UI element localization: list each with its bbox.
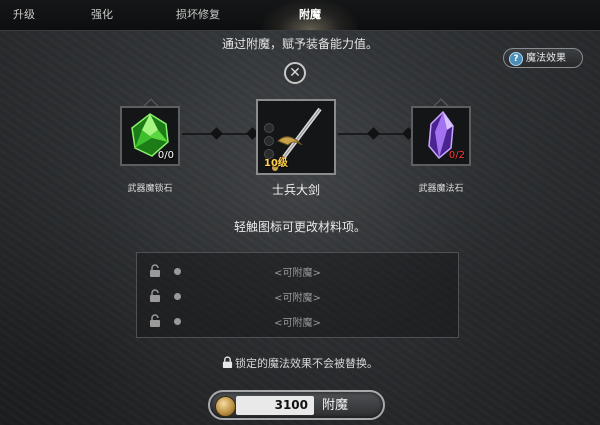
weapon-slot[interactable]: 10级 (256, 99, 336, 175)
lock-stone-slot[interactable]: 0/0 (120, 106, 180, 166)
tab-upgrade[interactable]: 升级 (0, 0, 48, 30)
enchant-option-row[interactable]: <可附魔> (137, 286, 458, 306)
tab-enchant[interactable]: 附魔 (262, 0, 358, 30)
enchant-button[interactable]: 3100 附魔 (208, 390, 385, 420)
tab-strengthen[interactable]: 强化 (78, 0, 126, 30)
enchant-options-panel: <可附魔> <可附魔> <可附魔> (136, 252, 459, 338)
tab-bar: 升级 强化 损坏修复 附魔 (0, 0, 600, 31)
magic-stone-label: 武器魔法石 (418, 184, 464, 194)
enchant-option-row[interactable]: <可附魔> (137, 261, 458, 281)
lock-note-text: 锁定的魔法效果不会被替换。 (235, 357, 378, 370)
weapon-level: 10级 (264, 158, 288, 169)
connector-diamond-right (367, 127, 380, 140)
magic-effect-label: 魔法效果 (526, 53, 566, 64)
connector-diamond-left (210, 127, 223, 140)
enchant-option-row[interactable]: <可附魔> (137, 311, 458, 331)
lock-note: 锁定的魔法效果不会被替换。 (0, 355, 600, 371)
enchant-option-text: <可附魔> (274, 293, 321, 304)
enchant-cost: 3100 (236, 396, 314, 415)
change-material-hint: 轻触图标可更改材料项。 (233, 220, 366, 234)
enchant-button-label: 附魔 (322, 398, 349, 413)
coin-icon (215, 396, 236, 417)
lock-stone-count: 0/0 (157, 150, 174, 161)
lock-icon (222, 356, 233, 368)
magic-stone-count: 0/2 (448, 150, 465, 161)
question-icon: ? (509, 52, 523, 66)
weapon-name: 士兵大剑 (271, 183, 320, 197)
enchant-option-text: <可附魔> (274, 318, 321, 329)
enchant-option-text: <可附魔> (274, 268, 321, 279)
lock-stone-label: 武器魔锁石 (127, 184, 173, 194)
magic-stone-slot[interactable]: 0/2 (411, 106, 471, 166)
magic-effect-button[interactable]: ? 魔法效果 (503, 48, 583, 68)
close-icon[interactable]: ✕ (284, 62, 306, 84)
tab-repair[interactable]: 损坏修复 (158, 0, 238, 30)
